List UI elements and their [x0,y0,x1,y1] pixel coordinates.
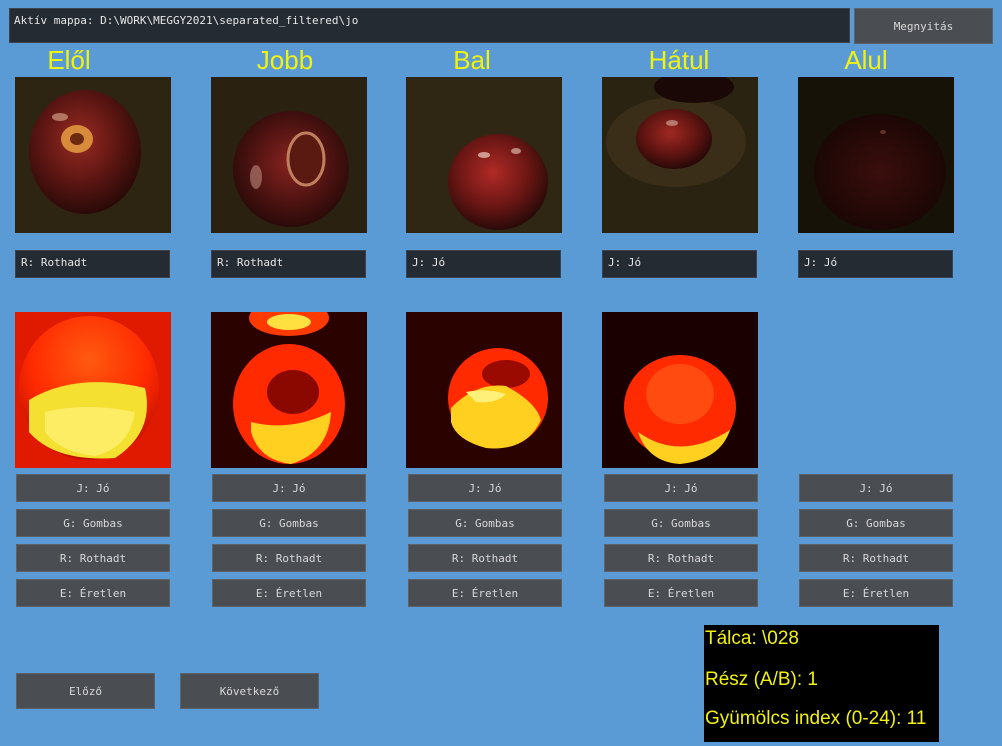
active-folder-path: Aktív mappa: D:\WORK\MEGGY2021\separated… [9,8,850,43]
info-panel: Tálca: \028 Rész (A/B): 1 Gyümölcs index… [704,625,939,742]
class-unripe-button-front[interactable]: E: Éretlen [16,579,170,607]
label-box-back: J: Jó [602,250,757,278]
class-rotten-button-front[interactable]: R: Rothadt [16,544,170,572]
part-text: Rész (A/B): 1 [705,669,818,690]
class-rotten-button-bottom[interactable]: R: Rothadt [799,544,953,572]
nir-photo-left [406,312,562,468]
class-fungal-button-back[interactable]: G: Gombas [604,509,758,537]
previous-button[interactable]: Előző [16,673,155,709]
class-rotten-button-back[interactable]: R: Rothadt [604,544,758,572]
label-box-right: R: Rothadt [211,250,366,278]
class-unripe-button-back[interactable]: E: Éretlen [604,579,758,607]
color-photo-right [211,77,367,233]
nir-photo-front [15,312,171,468]
view-title-front: Elől [47,45,91,75]
view-title-left: Bal [453,45,491,75]
label-box-bottom: J: Jó [798,250,953,278]
fruit-index-text: Gyümölcs index (0-24): 11 [705,708,927,729]
class-unripe-button-bottom[interactable]: E: Éretlen [799,579,953,607]
class-good-button-right[interactable]: J: Jó [212,474,366,502]
label-box-left: J: Jó [406,250,561,278]
nir-photo-right [211,312,367,468]
class-unripe-button-right[interactable]: E: Éretlen [212,579,366,607]
class-rotten-button-right[interactable]: R: Rothadt [212,544,366,572]
view-title-right: Jobb [256,45,314,75]
class-good-button-back[interactable]: J: Jó [604,474,758,502]
class-good-button-front[interactable]: J: Jó [16,474,170,502]
tray-text: Tálca: \028 [705,628,799,649]
label-box-front: R: Rothadt [15,250,170,278]
class-good-button-bottom[interactable]: J: Jó [799,474,953,502]
open-button[interactable]: Megnyitás [854,8,993,44]
class-fungal-button-left[interactable]: G: Gombas [408,509,562,537]
class-unripe-button-left[interactable]: E: Éretlen [408,579,562,607]
class-fungal-button-front[interactable]: G: Gombas [16,509,170,537]
class-rotten-button-left[interactable]: R: Rothadt [408,544,562,572]
nir-photo-back [602,312,758,468]
class-fungal-button-bottom[interactable]: G: Gombas [799,509,953,537]
color-photo-left [406,77,562,233]
color-photo-back [602,77,758,233]
next-button[interactable]: Következő [180,673,319,709]
color-photo-bottom [798,77,954,233]
class-good-button-left[interactable]: J: Jó [408,474,562,502]
color-photo-front [15,77,171,233]
view-title-back: Hátul [648,45,710,75]
class-fungal-button-right[interactable]: G: Gombas [212,509,366,537]
view-title-bottom: Alul [844,45,888,75]
